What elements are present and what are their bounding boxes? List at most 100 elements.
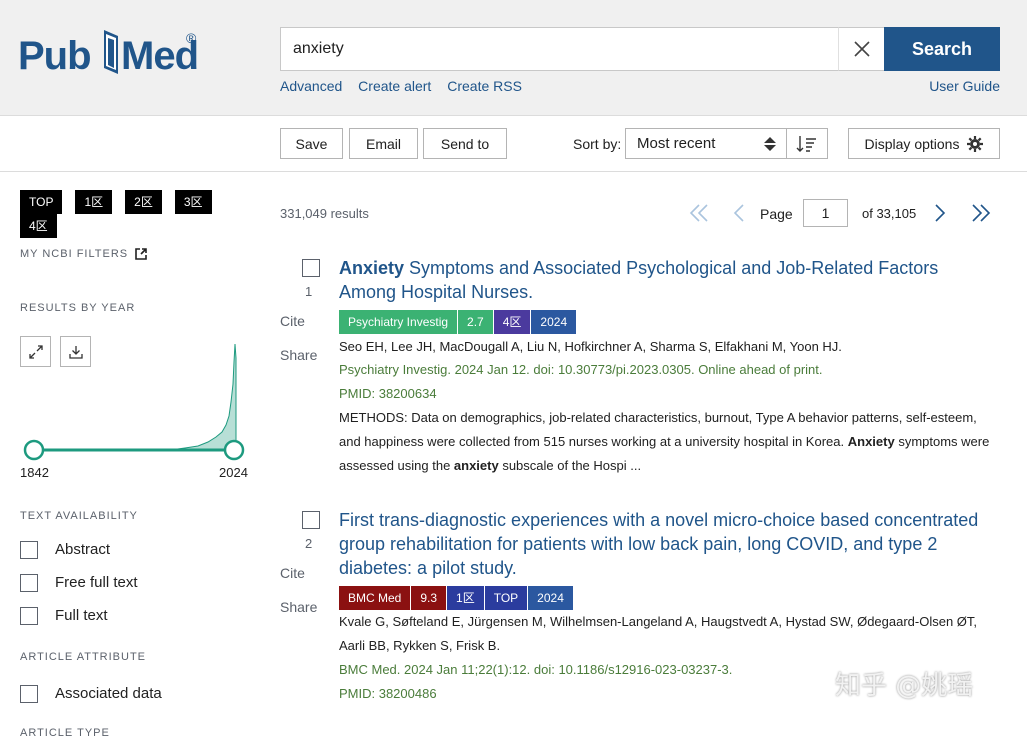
filter-associated-data[interactable]: Associated data — [20, 677, 260, 710]
previous-page-icon[interactable] — [731, 202, 747, 224]
filter-label: Abstract — [55, 541, 111, 558]
article-type-label: ARTICLE TYPE — [20, 727, 110, 739]
result-citation: Psychiatry Investig. 2024 Jan 12. doi: 1… — [339, 362, 823, 377]
display-options-label: Display options — [864, 135, 960, 152]
share-button[interactable]: Share — [280, 347, 317, 363]
text-availability-filters: Abstract Free full text Full text — [20, 533, 260, 632]
advanced-link[interactable]: Advanced — [280, 78, 342, 94]
header: Pub Med ® anxiety Search Advanced Create… — [0, 0, 1027, 116]
title-text: Symptoms and Associated Psychological an… — [339, 258, 939, 302]
display-options-button[interactable]: Display options — [848, 128, 1000, 159]
share-button[interactable]: Share — [280, 599, 317, 615]
sort-select-value: Most recent — [637, 135, 716, 152]
year-histogram: 1842 2024 — [20, 328, 260, 498]
article-attribute-label: ARTICLE ATTRIBUTE — [20, 651, 147, 663]
result-title-link[interactable]: Anxiety Symptoms and Associated Psycholo… — [339, 256, 989, 304]
create-alert-link[interactable]: Create alert — [358, 78, 431, 94]
email-button[interactable]: Email — [349, 128, 418, 159]
filter-free-full-text[interactable]: Free full text — [20, 566, 260, 599]
result-authors: Seo EH, Lee JH, MacDougall A, Liu N, Hof… — [339, 339, 842, 354]
user-guide-link[interactable]: User Guide — [929, 78, 1000, 94]
send-to-button[interactable]: Send to — [423, 128, 507, 159]
badge-impact-factor: 2.7 — [458, 310, 494, 334]
sort-by-label: Sort by: — [573, 136, 622, 152]
logo-pub: Pub — [18, 34, 92, 78]
tag-q1[interactable]: 1区 — [75, 190, 113, 214]
gear-icon — [967, 135, 984, 152]
sort-descending-icon — [796, 135, 816, 152]
tag-top[interactable]: TOP — [20, 190, 63, 214]
sort-order-button[interactable] — [786, 128, 828, 159]
close-icon — [853, 41, 870, 57]
clear-search-button[interactable] — [838, 27, 884, 71]
quartile-tags: TOP 1区 2区 3区 4区 — [20, 190, 260, 238]
result-checkbox[interactable] — [302, 511, 320, 529]
snippet-text: subscale of the Hospi ... — [498, 458, 642, 473]
my-ncbi-filters-label: MY NCBI FILTERS — [20, 248, 129, 260]
result-item: 1 Cite Share Anxiety Symptoms and Associ… — [280, 258, 1000, 488]
checkbox[interactable] — [20, 684, 38, 703]
cite-button[interactable]: Cite — [280, 313, 305, 329]
sort-select[interactable]: Most recent — [625, 128, 787, 159]
badge-quartile: 4区 — [493, 310, 532, 334]
tag-q4[interactable]: 4区 — [20, 214, 57, 238]
badge-quartile: 1区 — [447, 586, 485, 610]
pubmed-logo[interactable]: Pub Med ® — [18, 22, 208, 82]
title-highlight: Anxiety — [339, 258, 405, 278]
checkbox[interactable] — [20, 540, 38, 559]
filter-label: Free full text — [55, 574, 138, 591]
result-title-link[interactable]: First trans-diagnostic experiences with … — [339, 508, 989, 580]
first-page-icon[interactable] — [688, 202, 710, 224]
search-button[interactable]: Search — [884, 27, 1000, 71]
result-checkbox[interactable] — [302, 259, 320, 277]
year-end-label: 2024 — [219, 465, 248, 480]
article-attribute-filters: Associated data — [20, 677, 260, 710]
book-icon — [104, 30, 118, 74]
cite-button[interactable]: Cite — [280, 565, 305, 581]
watermark: 知乎 @姚瑶 — [835, 671, 974, 701]
badge-top: TOP — [484, 586, 529, 610]
result-authors: Kvale G, Søfteland E, Jürgensen M, Wilhe… — [339, 614, 978, 653]
badge-year: 2024 — [531, 310, 578, 334]
badge-journal: BMC Med — [339, 586, 412, 610]
results-toolbar: Save Email Send to Sort by: Most recent … — [0, 116, 1027, 172]
title-text: First trans-diagnostic experiences with … — [339, 510, 979, 578]
filter-full-text[interactable]: Full text — [20, 599, 260, 632]
checkbox[interactable] — [20, 573, 38, 592]
results-by-year-label: RESULTS BY YEAR — [20, 302, 136, 314]
text-availability-label: TEXT AVAILABILITY — [20, 510, 138, 522]
last-page-icon[interactable] — [970, 202, 992, 224]
result-pmid: PMID: 38200486 — [339, 686, 437, 701]
create-rss-link[interactable]: Create RSS — [447, 78, 522, 94]
results-count: 331,049 results — [280, 206, 369, 221]
next-page-icon[interactable] — [932, 202, 948, 224]
tag-q3[interactable]: 3区 — [174, 190, 212, 214]
page-number-input[interactable]: 1 — [803, 199, 848, 227]
select-arrows-icon — [764, 137, 776, 151]
filters-sidebar: TOP 1区 2区 3区 4区 MY NCBI FILTERS RESULTS BY Y… — [20, 190, 260, 739]
tag-q2[interactable]: 2区 — [125, 190, 162, 214]
snippet-highlight: anxiety — [453, 458, 499, 473]
page-label: Page — [760, 206, 793, 222]
my-ncbi-filters[interactable]: MY NCBI FILTERS — [20, 248, 260, 260]
journal-badges: Psychiatry Investig 2.7 4区 2024 — [339, 310, 578, 334]
search-input[interactable]: anxiety — [280, 27, 884, 71]
result-number: 2 — [305, 536, 313, 551]
filter-label: Full text — [55, 607, 108, 624]
result-pmid: PMID: 38200634 — [339, 386, 437, 401]
logo-registered: ® — [186, 30, 197, 46]
search-links: Advanced Create alert Create RSS — [280, 78, 534, 94]
result-number: 1 — [305, 284, 313, 299]
checkbox[interactable] — [20, 606, 38, 625]
badge-impact-factor: 9.3 — [411, 586, 448, 610]
filter-abstract[interactable]: Abstract — [20, 533, 260, 566]
external-link-icon — [135, 248, 147, 260]
result-snippet: METHODS: Data on demographics, job-relat… — [339, 406, 994, 478]
snippet-highlight: Anxiety — [847, 434, 895, 449]
save-button[interactable]: Save — [280, 128, 343, 159]
journal-badges: BMC Med 9.3 1区 TOP 2024 — [339, 586, 574, 610]
badge-journal: Psychiatry Investig — [339, 310, 459, 334]
year-slider-start — [23, 439, 45, 461]
filter-label: Associated data — [55, 685, 162, 702]
year-slider-end — [223, 439, 245, 461]
